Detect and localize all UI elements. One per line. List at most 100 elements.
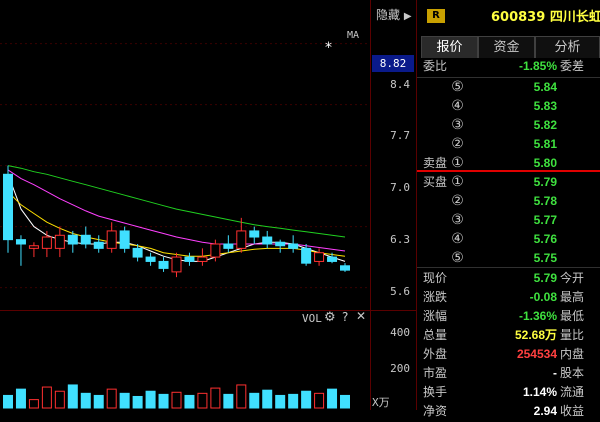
ask-row[interactable]: ⑤ 5.84 <box>417 77 600 98</box>
ask-row[interactable]: ④ 5.83 <box>417 96 600 117</box>
volume-bar <box>171 391 182 409</box>
stat-value: -1.36% <box>518 309 557 323</box>
stat-row[interactable]: 现价 5.79 今开 <box>417 268 600 289</box>
y-tick: 7.0 <box>390 181 410 194</box>
ask-row[interactable]: ③ 5.82 <box>417 115 600 136</box>
stat-row[interactable]: 总量 52.68万 量比 <box>417 325 600 346</box>
volume-bar <box>197 392 208 409</box>
ask-price: 5.81 <box>533 137 557 151</box>
ask-level: ⑤ <box>451 79 464 95</box>
hide-button[interactable]: 隐藏 ▶ <box>376 6 412 23</box>
stat-label: 净资 <box>423 404 448 418</box>
ask-level: ③ <box>451 117 464 133</box>
y-tick: 5.6 <box>390 285 410 298</box>
vol-label: VOL <box>302 312 322 325</box>
ask-price: 5.80 <box>533 156 557 170</box>
stat-row[interactable]: 换手 1.14% 流通 <box>417 382 600 403</box>
bid-row[interactable]: ⑤ 5.75 <box>417 248 600 269</box>
candle-body <box>223 243 234 249</box>
candle-body <box>184 256 195 262</box>
stat-label: 总量 <box>423 328 448 342</box>
volume-bar <box>236 384 247 409</box>
kline-chart[interactable]: MA * VOL ⚙ ? ✕ <box>0 0 370 410</box>
candle-body <box>288 243 299 249</box>
ma-label: MA <box>347 30 360 41</box>
candle-body <box>67 234 78 245</box>
ask-label: 卖盘 <box>423 156 448 170</box>
volume-bar <box>184 394 195 409</box>
volume-bar <box>301 390 312 409</box>
bid-level: ② <box>451 193 464 209</box>
candle-body <box>340 265 350 271</box>
chevron-right-icon: ▶ <box>403 11 412 22</box>
y-tick: 7.7 <box>390 129 410 142</box>
tab-analysis[interactable]: 分析 <box>535 36 600 58</box>
stat-right-label: 股本 <box>560 366 585 380</box>
divider <box>370 0 371 410</box>
stat-right-label: 今开 <box>560 271 585 285</box>
candle-body <box>15 239 26 245</box>
stat-value: 1.14% <box>522 385 557 399</box>
candle-body <box>145 256 156 262</box>
stat-label: 市盈 <box>423 366 448 380</box>
candle-body <box>314 252 325 262</box>
close-icon[interactable]: ✕ <box>356 309 366 323</box>
volume-bar <box>3 394 13 409</box>
weicha-label: 委差 <box>560 59 585 73</box>
tab-funds[interactable]: 资金 <box>478 36 535 58</box>
candle-body <box>3 173 13 241</box>
stat-row[interactable]: 净资 2.94 收益 <box>417 401 600 422</box>
candle-body <box>119 230 130 249</box>
ask-price: 5.83 <box>533 99 557 113</box>
stat-label: 涨跌 <box>423 290 448 304</box>
stat-label: 外盘 <box>423 347 448 361</box>
star-marker: * <box>325 40 332 56</box>
stat-row[interactable]: 涨幅 -1.36% 最低 <box>417 306 600 327</box>
volume-bar <box>145 390 156 409</box>
bid-row[interactable]: ④ 5.76 <box>417 229 600 250</box>
stat-right-label: 最低 <box>560 309 585 323</box>
bid-label: 买盘 <box>423 175 448 189</box>
tab-quote[interactable]: 报价 <box>421 36 478 58</box>
vol-tick: 200 <box>390 362 410 375</box>
stat-value: - <box>553 366 557 380</box>
quote-panel: R 600839 四川长虹 报价 资金 分析 委比 -1.85% 委差 ⑤ 5.8… <box>417 0 600 418</box>
volume-bar <box>41 386 52 409</box>
current-price-tag: 8.82 <box>372 55 414 72</box>
y-tick: 6.3 <box>390 233 410 246</box>
stat-value: 254534 <box>516 347 557 361</box>
stat-label: 换手 <box>423 385 448 399</box>
stat-label: 涨幅 <box>423 309 448 323</box>
stat-row[interactable]: 涨跌 -0.08 最高 <box>417 287 600 308</box>
volume-bar <box>340 394 350 409</box>
bid-row[interactable]: ③ 5.77 <box>417 210 600 231</box>
candle-body <box>236 230 247 249</box>
volume-bar <box>28 399 39 409</box>
ask-row[interactable]: ② 5.81 <box>417 134 600 155</box>
bid-row[interactable]: 买盘 ① 5.79 <box>417 172 600 193</box>
stat-value: 5.79 <box>533 271 557 285</box>
volume-bar <box>210 387 221 409</box>
ask-level: ④ <box>451 98 464 114</box>
candle-body <box>262 236 273 245</box>
stat-row[interactable]: 外盘 254534 内盘 <box>417 344 600 365</box>
volume-bar <box>15 388 26 409</box>
candle-body <box>171 256 182 273</box>
stat-row[interactable]: 市盈 - 股本 <box>417 363 600 384</box>
stat-right-label: 流通 <box>560 385 585 399</box>
candle-body <box>93 241 104 249</box>
bid-row[interactable]: ② 5.78 <box>417 191 600 212</box>
help-icon[interactable]: ? <box>342 310 348 324</box>
weibi-row: 委比 -1.85% 委差 <box>417 56 600 77</box>
volume-bar <box>275 394 286 409</box>
candle-body <box>210 243 221 258</box>
ask-level: ① <box>451 155 464 171</box>
gear-icon[interactable]: ⚙ <box>324 310 336 325</box>
candle-body <box>158 260 169 269</box>
ask-row[interactable]: 卖盘 ① 5.80 <box>417 153 600 174</box>
vol-unit: X万 <box>372 396 390 409</box>
bid-price: 5.78 <box>533 194 557 208</box>
volume-bar <box>327 388 338 409</box>
kline-svg[interactable] <box>0 0 370 410</box>
candle-body <box>54 234 65 249</box>
